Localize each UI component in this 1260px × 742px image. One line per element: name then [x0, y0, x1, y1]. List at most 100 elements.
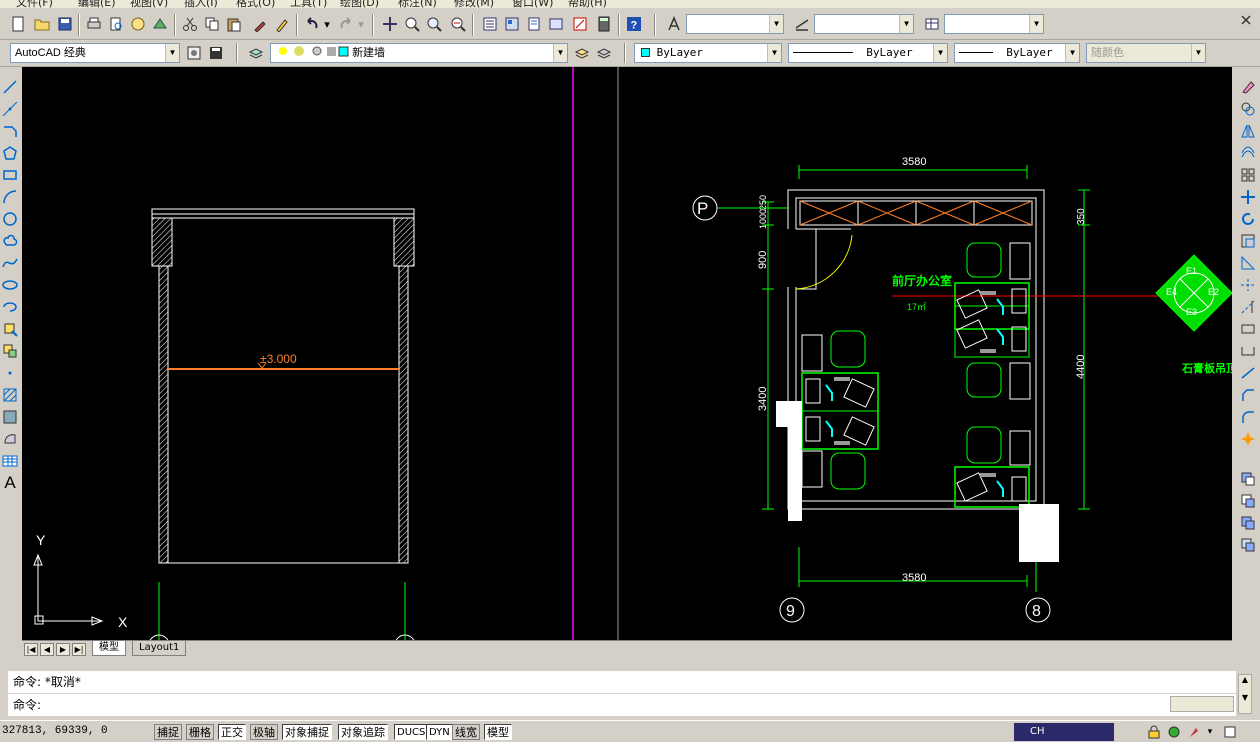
- move-icon[interactable]: [1238, 187, 1258, 207]
- drawing-canvas[interactable]: ±3.000 Y X 3580 1000 250 900 3400 350 44…: [22, 67, 1232, 640]
- otrack-toggle[interactable]: 对象追踪: [338, 724, 388, 740]
- clean-screen-icon[interactable]: [1220, 722, 1240, 742]
- join-icon[interactable]: [1238, 363, 1258, 383]
- 3d-dwf-icon[interactable]: [150, 14, 170, 34]
- stretch-icon[interactable]: [1238, 253, 1258, 273]
- design-center-icon[interactable]: [502, 14, 522, 34]
- extend-icon[interactable]: [1238, 297, 1258, 317]
- menu-modify[interactable]: 修改(M): [454, 0, 494, 8]
- draw-order-back-icon[interactable]: [1238, 491, 1258, 511]
- workspace-save-icon[interactable]: [206, 43, 226, 63]
- command-scrollbar[interactable]: [1170, 696, 1234, 712]
- menu-view[interactable]: 视图(V): [130, 0, 168, 8]
- fillet-icon[interactable]: [1238, 407, 1258, 427]
- hatch-icon[interactable]: [0, 385, 20, 405]
- markup-icon[interactable]: [570, 14, 590, 34]
- layer-manager-icon[interactable]: [246, 43, 266, 63]
- circle-icon[interactable]: [0, 209, 20, 229]
- copy-icon[interactable]: [202, 14, 222, 34]
- next-tab-button[interactable]: ▶: [56, 643, 70, 656]
- communication-center-icon[interactable]: [1164, 722, 1184, 742]
- point-icon[interactable]: [0, 363, 20, 383]
- table-icon[interactable]: [0, 451, 20, 471]
- copy-object-icon[interactable]: [1238, 99, 1258, 119]
- paste-icon[interactable]: [224, 14, 244, 34]
- tab-layout1[interactable]: Layout1: [132, 641, 187, 656]
- prev-tab-button[interactable]: ◀: [40, 643, 54, 656]
- zoom-window-icon[interactable]: [424, 14, 444, 34]
- match-properties-icon[interactable]: [250, 14, 270, 34]
- gradient-icon[interactable]: [0, 407, 20, 427]
- dim-style-icon[interactable]: [792, 14, 812, 34]
- menu-help[interactable]: 帮助(H): [568, 0, 607, 8]
- menu-file[interactable]: 文件(F): [16, 0, 53, 8]
- text-style-icon[interactable]: [664, 14, 684, 34]
- zoom-previous-icon[interactable]: [448, 14, 468, 34]
- construction-line-icon[interactable]: [0, 99, 20, 119]
- menu-edit[interactable]: 编辑(E): [78, 0, 116, 8]
- snap-toggle[interactable]: 捕捉: [154, 724, 182, 740]
- mirror-icon[interactable]: [1238, 121, 1258, 141]
- tray-menu-icon[interactable]: ▾: [1204, 722, 1216, 742]
- layer-combo[interactable]: 新建墙 ▼: [270, 43, 568, 63]
- table-style-combo[interactable]: ▼: [944, 14, 1044, 34]
- text-style-combo[interactable]: ▼: [686, 14, 784, 34]
- cut-icon[interactable]: [180, 14, 200, 34]
- tab-model[interactable]: 模型: [92, 641, 126, 656]
- last-tab-button[interactable]: ▶|: [72, 643, 86, 656]
- insert-block-icon[interactable]: [0, 319, 20, 339]
- pan-icon[interactable]: [380, 14, 400, 34]
- first-tab-button[interactable]: |◀: [24, 643, 38, 656]
- rotate-icon[interactable]: [1238, 209, 1258, 229]
- break-at-point-icon[interactable]: [1238, 319, 1258, 339]
- spline-icon[interactable]: [0, 253, 20, 273]
- ducs-toggle[interactable]: DUCS: [394, 724, 429, 740]
- calculator-icon[interactable]: [594, 14, 614, 34]
- lineweight-combo[interactable]: ByLayer ▼: [954, 43, 1080, 63]
- new-icon[interactable]: [8, 14, 28, 34]
- polyline-icon[interactable]: [0, 121, 20, 141]
- plot-style-combo[interactable]: 随颜色 ▼: [1086, 43, 1206, 63]
- help-icon[interactable]: ?: [624, 14, 644, 34]
- ime-bar[interactable]: CH: [1014, 723, 1114, 741]
- line-icon[interactable]: [0, 77, 20, 97]
- block-editor-icon[interactable]: [272, 14, 292, 34]
- offset-icon[interactable]: [1238, 143, 1258, 163]
- revision-cloud-icon[interactable]: [0, 231, 20, 251]
- redo-icon[interactable]: [336, 14, 356, 34]
- send-under-icon[interactable]: [1238, 535, 1258, 555]
- command-input[interactable]: 命令:: [8, 694, 1236, 716]
- explode-icon[interactable]: [1238, 429, 1258, 449]
- model-toggle[interactable]: 模型: [484, 724, 512, 740]
- break-icon[interactable]: [1238, 341, 1258, 361]
- workspace-combo[interactable]: AutoCAD 经典 ▼: [10, 43, 180, 63]
- zoom-realtime-icon[interactable]: [402, 14, 422, 34]
- menu-window[interactable]: 窗口(W): [512, 0, 553, 8]
- publish-icon[interactable]: [128, 14, 148, 34]
- layer-previous-icon[interactable]: [594, 43, 614, 63]
- scale-icon[interactable]: [1238, 231, 1258, 251]
- grid-toggle[interactable]: 栅格: [186, 724, 214, 740]
- dim-style-combo[interactable]: ▼: [814, 14, 914, 34]
- lineweight-toggle[interactable]: 线宽: [452, 724, 480, 740]
- redo-dropdown-icon[interactable]: ▾: [356, 14, 366, 34]
- menu-format[interactable]: 格式(O): [236, 0, 275, 8]
- undo-icon[interactable]: [302, 14, 322, 34]
- open-icon[interactable]: [32, 14, 52, 34]
- ellipse-icon[interactable]: [0, 275, 20, 295]
- array-icon[interactable]: [1238, 165, 1258, 185]
- print-icon[interactable]: [84, 14, 104, 34]
- erase-icon[interactable]: [1238, 77, 1258, 97]
- properties-icon[interactable]: [480, 14, 500, 34]
- print-preview-icon[interactable]: [106, 14, 126, 34]
- undo-dropdown-icon[interactable]: ▾: [322, 14, 332, 34]
- region-icon[interactable]: [0, 429, 20, 449]
- ellipse-arc-icon[interactable]: [0, 297, 20, 317]
- make-object-layer-current-icon[interactable]: [572, 43, 592, 63]
- workspace-settings-icon[interactable]: [184, 43, 204, 63]
- sheet-set-icon[interactable]: [546, 14, 566, 34]
- make-block-icon[interactable]: [0, 341, 20, 361]
- menu-tools[interactable]: 工具(T): [290, 0, 327, 8]
- table-style-icon[interactable]: [922, 14, 942, 34]
- tray-settings-icon[interactable]: [1184, 722, 1204, 742]
